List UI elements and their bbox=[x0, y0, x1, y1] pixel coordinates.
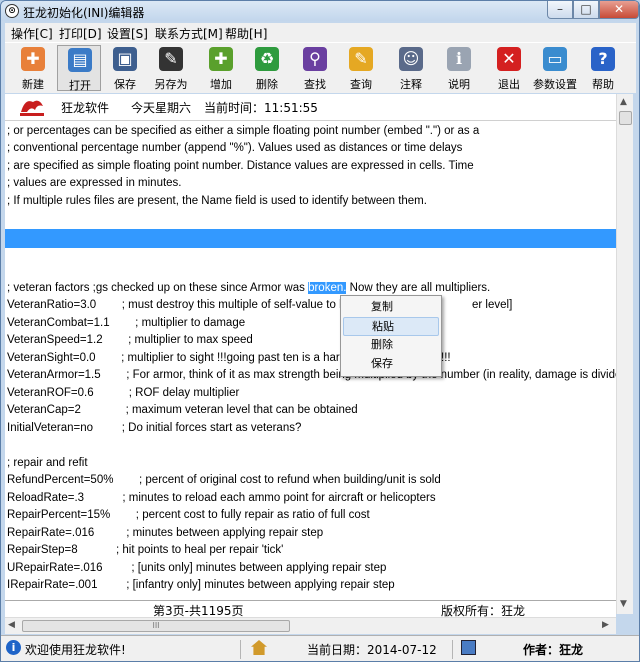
calendar-icon bbox=[461, 640, 476, 655]
scroll-right-arrow-icon[interactable]: ▶ bbox=[602, 620, 609, 630]
editor-line: InitialVeteran=no ; Do initial forces st… bbox=[7, 422, 302, 434]
title-bar[interactable]: ⊙ 狂龙初始化(INI)编辑器 – □ ✕ bbox=[1, 1, 639, 21]
save-as-pen-icon: ✎ bbox=[159, 47, 183, 71]
editor-line-text: Now they are all multipliers. bbox=[346, 282, 491, 294]
vertical-scrollbar[interactable]: ▲ ▼ bbox=[616, 94, 633, 614]
context-menu: 复制 粘贴 删除 保存 bbox=[340, 295, 442, 377]
dragon-logo-icon bbox=[20, 100, 44, 116]
status-cell bbox=[241, 640, 453, 659]
editor-line: VeteranRatio=3.0 ; must destroy this mul… bbox=[7, 299, 346, 311]
toolbar-button-label: 说明 bbox=[448, 78, 470, 91]
toolbar-button-monitor-settings[interactable]: ▭ 参数设置 bbox=[533, 45, 577, 91]
toolbar-button-open-document[interactable]: ▤ 打开 bbox=[57, 45, 101, 92]
page-info-bar: 第3页-共1195页 版权所有：狂龙 bbox=[5, 600, 616, 618]
editor-line: ; or percentages can be specified as eit… bbox=[7, 125, 480, 137]
author-label: 作者：狂龙 bbox=[523, 643, 584, 657]
toolbar-button-save-disk[interactable]: ▣ 保存 bbox=[103, 45, 147, 91]
company-name: 狂龙软件 bbox=[61, 101, 110, 115]
menu-bar: 操作[C] 打印[D] 设置[S] 联系方式[M] 帮助[H] bbox=[5, 23, 636, 42]
menu-help[interactable]: 帮助[H] bbox=[225, 25, 267, 42]
vertical-scroll-thumb[interactable] bbox=[619, 111, 632, 125]
menu-print[interactable]: 打印[D] bbox=[59, 25, 102, 42]
horizontal-scroll-thumb[interactable]: III bbox=[22, 620, 290, 632]
editor-line: VeteranCombat=1.1 ; multiplier to damage bbox=[7, 317, 246, 329]
toolbar-button-label: 另存为 bbox=[154, 78, 188, 91]
context-menu-paste[interactable]: 粘贴 bbox=[343, 317, 439, 336]
editor-line: RepairRate=.016 ; minutes between applyi… bbox=[7, 527, 324, 539]
toolbar-button-person-info[interactable]: ℹ 说明 bbox=[437, 45, 481, 91]
editor-line: ; are specified as simple floating point… bbox=[7, 160, 474, 172]
editor-line: ; values are expressed in minutes. bbox=[7, 177, 182, 189]
new-document-icon: ✚ bbox=[21, 47, 45, 71]
menu-operate[interactable]: 操作[C] bbox=[11, 25, 53, 42]
maximize-button[interactable]: □ bbox=[573, 1, 599, 19]
people-icon: ☺ bbox=[399, 47, 423, 71]
ini-text-editor[interactable]: ; or percentages can be specified as eit… bbox=[5, 121, 616, 600]
query-icon: ✎ bbox=[349, 47, 373, 71]
editor-line-text: ; veteran factors ;gs checked up on thes… bbox=[7, 282, 309, 294]
editor-line: RepairPercent=15% ; percent cost to full… bbox=[7, 509, 370, 521]
editor-line: ; If multiple rules files are present, t… bbox=[7, 195, 427, 207]
add-icon: ✚ bbox=[209, 47, 233, 71]
menu-contact[interactable]: 联系方式[M] bbox=[155, 25, 223, 42]
toolbar-button-exit-x[interactable]: ✕ 退出 bbox=[487, 45, 531, 91]
selected-text: broken. bbox=[308, 282, 347, 294]
minimize-button[interactable]: – bbox=[547, 1, 573, 19]
toolbar: ✚ 新建 ▤ 打开 ▣ 保存 ✎ 另存为 ✚ 增加 ♻ 删除 ⚲ 查找 ✎ 查询 ☺ 注释 ℹ 说明 ✕ 退出 ▭ 参数设置?… bbox=[5, 42, 636, 93]
help-question-icon: ? bbox=[591, 47, 615, 71]
horizontal-scrollbar[interactable]: ◀ III ▶ bbox=[5, 617, 616, 634]
toolbar-button-recycle-bin[interactable]: ♻ 删除 bbox=[245, 45, 289, 91]
toolbar-button-magnifier[interactable]: ⚲ 查找 bbox=[293, 45, 337, 91]
editor-line: RepairStep=8 ; hit points to heal per re… bbox=[7, 544, 284, 556]
info-bar: 狂龙软件 今天星期六 当前时间：11:51:55 bbox=[5, 94, 616, 121]
editor-line-tail: er level] bbox=[472, 299, 513, 311]
weekday-label: 今天星期六 bbox=[131, 101, 192, 115]
app-icon[interactable]: ⊙ bbox=[5, 4, 19, 18]
scroll-down-arrow-icon[interactable]: ▼ bbox=[620, 599, 627, 609]
scroll-up-arrow-icon[interactable]: ▲ bbox=[620, 97, 627, 107]
status-cell bbox=[1, 640, 241, 659]
monitor-settings-icon: ▭ bbox=[543, 47, 567, 71]
exit-x-icon: ✕ bbox=[497, 47, 521, 71]
editor-line: ReloadRate=.3 ; minutes to reload each a… bbox=[7, 492, 436, 504]
toolbar-button-label: 帮助 bbox=[592, 78, 614, 91]
menu-settings[interactable]: 设置[S] bbox=[107, 25, 148, 42]
toolbar-button-people[interactable]: ☺ 注释 bbox=[389, 45, 433, 91]
editor-line: VeteranArmor=1.5 ; For armor, think of i… bbox=[7, 369, 616, 381]
context-menu-save[interactable]: 保存 bbox=[343, 355, 439, 374]
context-menu-copy[interactable]: 复制 bbox=[343, 298, 439, 317]
toolbar-button-label: 查询 bbox=[350, 78, 372, 91]
window-title: 狂龙初始化(INI)编辑器 bbox=[23, 6, 145, 20]
toolbar-button-new-document[interactable]: ✚ 新建 bbox=[11, 45, 55, 91]
editor-line: VeteranSight=0.0 ; multiplier to sight !… bbox=[7, 352, 340, 364]
person-info-icon: ℹ bbox=[447, 47, 471, 71]
editor-line: VeteranROF=0.6 ; ROF delay multiplier bbox=[7, 387, 240, 399]
magnifier-icon: ⚲ bbox=[303, 47, 327, 71]
toolbar-button-query[interactable]: ✎ 查询 bbox=[339, 45, 383, 91]
save-disk-icon: ▣ bbox=[113, 47, 137, 71]
editor-line: VeteranCap=2 ; maximum veteran level tha… bbox=[7, 404, 358, 416]
recycle-bin-icon: ♻ bbox=[255, 47, 279, 71]
toolbar-button-add[interactable]: ✚ 增加 bbox=[199, 45, 243, 91]
editor-line: RefundPercent=50% ; percent of original … bbox=[7, 474, 441, 486]
open-document-icon: ▤ bbox=[68, 48, 92, 72]
status-bar: i 欢迎使用狂龙软件! 当前日期：2014-07-12 作者：狂龙 bbox=[1, 635, 639, 661]
close-button[interactable]: ✕ bbox=[599, 1, 639, 19]
selected-line-band bbox=[5, 229, 616, 248]
editor-line: VeteranSpeed=1.2 ; multiplier to max spe… bbox=[7, 334, 253, 346]
current-time: 当前时间：11:51:55 bbox=[204, 101, 318, 115]
scroll-left-arrow-icon[interactable]: ◀ bbox=[8, 620, 15, 630]
app-window: ⊙ 狂龙初始化(INI)编辑器 – □ ✕ 操作[C] 打印[D] 设置[S] … bbox=[0, 0, 640, 662]
editor-line: ; repair and refit bbox=[7, 457, 88, 469]
toolbar-button-help-question[interactable]: ? 帮助 bbox=[581, 45, 625, 91]
editor-line: ; conventional percentage number (append… bbox=[7, 142, 463, 154]
context-menu-delete[interactable]: 删除 bbox=[343, 336, 439, 355]
editor-line: IRepairRate=.001 ; [infantry only] minut… bbox=[7, 579, 395, 591]
editor-line: URepairRate=.016 ; [units only] minutes … bbox=[7, 562, 387, 574]
toolbar-button-save-as-pen[interactable]: ✎ 另存为 bbox=[149, 45, 193, 91]
editor-line-tail: !!! bbox=[441, 352, 451, 364]
